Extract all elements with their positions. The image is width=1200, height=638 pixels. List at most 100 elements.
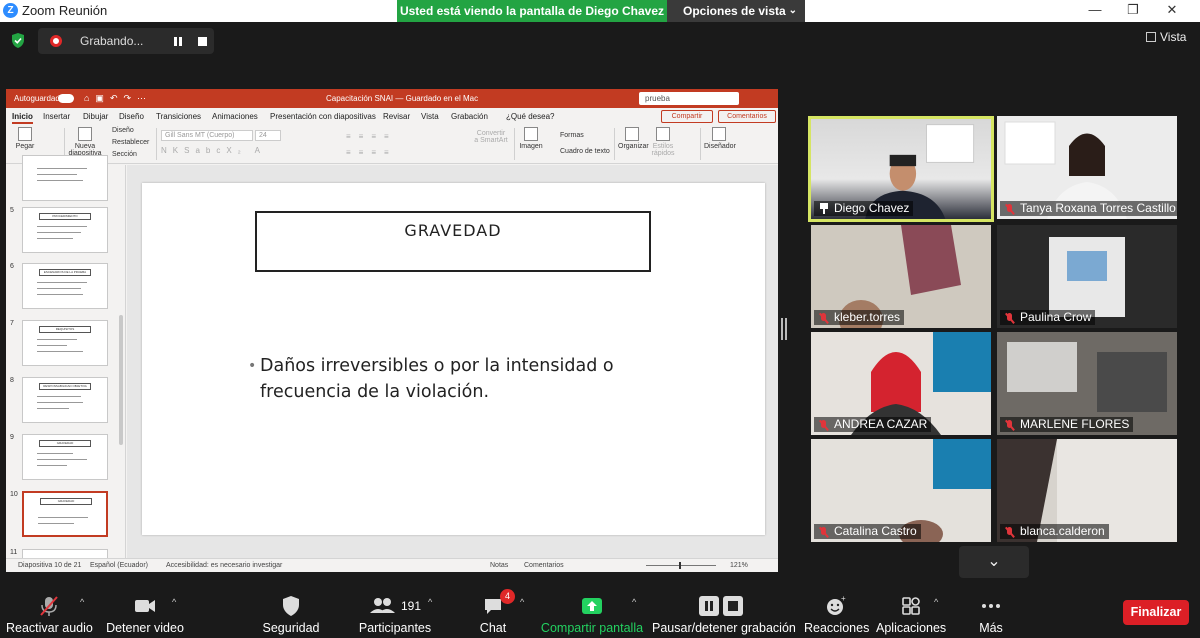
participant-tile[interactable]: Tanya Roxana Torres Castillo [997, 116, 1177, 219]
notes-button[interactable]: Notas [490, 562, 508, 569]
shield-check-icon[interactable] [10, 32, 26, 49]
slide-thumbnail[interactable] [22, 155, 108, 201]
participants-options-caret[interactable]: ^ [428, 597, 432, 607]
security-button[interactable]: Seguridad [254, 585, 328, 638]
quick-styles-button[interactable]: Estilos rápidos [650, 127, 676, 157]
participant-tile[interactable]: ANDREA CAZAR [811, 332, 991, 435]
quick-access-icons[interactable]: ⌂▣↶↷⋯ [84, 93, 152, 104]
tell-me-search[interactable]: ¿Qué desea? [506, 112, 554, 121]
current-slide[interactable]: GRAVEDAD • Daños irreversibles o por la … [142, 183, 765, 535]
tab-transiciones[interactable]: Transiciones [156, 112, 201, 121]
text-format-buttons[interactable]: NKSabcX₂ A [161, 146, 266, 155]
pause-recording-button[interactable] [172, 34, 184, 48]
participant-tile[interactable]: kleber.torres [811, 225, 991, 328]
unmute-button[interactable]: Reactivar audio ^ [6, 585, 93, 638]
tab-revisar[interactable]: Revisar [383, 112, 410, 121]
participant-tile[interactable]: Catalina Castro [811, 439, 991, 542]
chat-button[interactable]: 4 Chat ^ [474, 585, 524, 638]
tab-dibujar[interactable]: Dibujar [83, 112, 108, 121]
zoom-slider-knob[interactable] [679, 562, 681, 569]
tab-grabacion[interactable]: Grabación [451, 112, 488, 121]
zoom-level[interactable]: 121% [730, 562, 748, 569]
new-slide-button[interactable]: Nueva diapositiva [66, 127, 104, 157]
textbox-button[interactable]: Cuadro de texto [560, 148, 610, 155]
layout-button[interactable]: Diseño [112, 127, 134, 134]
gallery-next-page-button[interactable]: ⌄ [959, 546, 1029, 578]
reactions-label: Reacciones [804, 621, 870, 635]
accessibility-indicator[interactable]: Accesibilidad: es necesario investigar [166, 562, 282, 569]
view-options-dropdown[interactable]: Opciones de vista ⌄ [667, 0, 805, 22]
thumb-title: ESCENARIOS DE LA PRUEBA [39, 269, 91, 276]
slide-title-box[interactable]: GRAVEDAD [255, 211, 651, 272]
font-size-select[interactable]: 24 [255, 130, 281, 141]
more-button[interactable]: Más [972, 585, 1010, 638]
share-screen-button[interactable]: Compartir pantalla ^ [540, 585, 644, 638]
tab-inicio[interactable]: Inicio [12, 112, 33, 124]
language-indicator[interactable]: Español (Ecuador) [90, 562, 148, 569]
stop-recording-button[interactable] [198, 37, 207, 46]
arrange-button[interactable]: Organizar [618, 127, 649, 150]
ppt-share-button[interactable]: Compartir [661, 110, 713, 123]
paste-button[interactable]: Pegar [12, 127, 38, 150]
audio-options-caret[interactable]: ^ [80, 597, 84, 607]
participant-tile[interactable]: MARLENE FLORES [997, 332, 1177, 435]
ppt-comments-button[interactable]: Comentarios [718, 110, 776, 123]
video-options-caret[interactable]: ^ [172, 597, 176, 607]
ppt-ribbon-tabs: Inicio Insertar Dibujar Diseño Transicio… [6, 108, 778, 124]
convert-smartart-button[interactable]: Convertir a SmartArt [474, 130, 508, 144]
designer-button[interactable]: Diseñador [704, 127, 736, 150]
panel-splitter[interactable] [781, 318, 787, 340]
shapes-button[interactable]: Formas [560, 132, 584, 139]
thumbnail-scrollbar[interactable] [119, 315, 123, 445]
apps-options-caret[interactable]: ^ [934, 597, 938, 607]
ppt-search-input[interactable]: prueba [639, 92, 739, 105]
alignment-buttons[interactable]: ≡≡≡≡ [346, 148, 397, 157]
apps-label: Aplicaciones [876, 621, 947, 635]
image-icon [524, 127, 538, 141]
participant-name: Paulina Crow [1020, 310, 1092, 324]
tab-animaciones[interactable]: Animaciones [212, 112, 258, 121]
slide-thumbnail[interactable]: ESCENARIOS DE LA PRUEBA [22, 263, 108, 309]
tab-vista[interactable]: Vista [421, 112, 439, 121]
paragraph-buttons[interactable]: ≡≡≡≡ [346, 132, 397, 141]
stop-video-button[interactable]: Detener video ^ [100, 585, 190, 638]
shared-screen-powerpoint[interactable]: Autoguardado ⌂▣↶↷⋯ Capacitación SNAI — G… [6, 89, 778, 572]
apps-button[interactable]: Aplicaciones ^ [876, 585, 946, 638]
comments-status-button[interactable]: Comentarios [524, 562, 564, 569]
tab-presentacion[interactable]: Presentación con diapositivas [270, 112, 376, 121]
slide-thumbnail-selected[interactable]: GRAVEDAD [22, 491, 108, 537]
reactions-button[interactable]: + Reacciones [804, 585, 870, 638]
tab-diseno[interactable]: Diseño [119, 112, 144, 121]
arrange-icon [625, 127, 639, 141]
tab-insertar[interactable]: Insertar [43, 112, 70, 121]
svg-text:+: + [841, 595, 846, 603]
slide-thumbnail[interactable]: GRAVEDAD [22, 434, 108, 480]
recording-indicator: Grabando... [38, 28, 214, 54]
mic-off-icon [819, 420, 829, 430]
font-family-select[interactable]: Gill Sans MT (Cuerpo) [161, 130, 253, 141]
close-button[interactable]: ✕ [1152, 2, 1192, 20]
chat-options-caret[interactable]: ^ [520, 597, 524, 607]
reset-button[interactable]: Restablecer [112, 139, 149, 146]
section-button[interactable]: Sección [112, 151, 137, 158]
slide-thumbnail[interactable]: REQUISITOS [22, 320, 108, 366]
slide-thumbnail[interactable]: RESPONSABILIDAD OBJETIVA [22, 377, 108, 423]
slide-editor[interactable]: GRAVEDAD • Daños irreversibles o por la … [127, 165, 778, 558]
participant-tile[interactable]: Diego Chavez [808, 116, 994, 222]
image-button[interactable]: Imagen [518, 127, 544, 150]
participant-name: kleber.torres [834, 310, 901, 324]
participants-button[interactable]: 191 Participantes ^ [352, 585, 438, 638]
view-button[interactable]: Vista [1146, 30, 1186, 44]
restore-button[interactable]: ❐ [1113, 2, 1153, 20]
participant-tile[interactable]: blanca.calderon [997, 439, 1177, 542]
end-meeting-button[interactable]: Finalizar [1123, 600, 1189, 625]
zoom-slider[interactable] [646, 565, 716, 566]
pause-stop-recording-button[interactable]: Pausar/detener grabación [652, 585, 796, 638]
share-options-caret[interactable]: ^ [632, 597, 636, 607]
autosave-toggle[interactable] [58, 94, 74, 103]
participant-tile[interactable]: Paulina Crow [997, 225, 1177, 328]
slide-bullet[interactable]: • Daños irreversibles o por la intensida… [248, 353, 640, 405]
minimize-button[interactable]: — [1075, 2, 1115, 20]
slide-thumbnail-panel[interactable]: 5 PROCEDIMIENTO 6 ESCENARIOS DE LA PRUEB… [6, 155, 126, 572]
slide-thumbnail[interactable]: PROCEDIMIENTO [22, 207, 108, 253]
